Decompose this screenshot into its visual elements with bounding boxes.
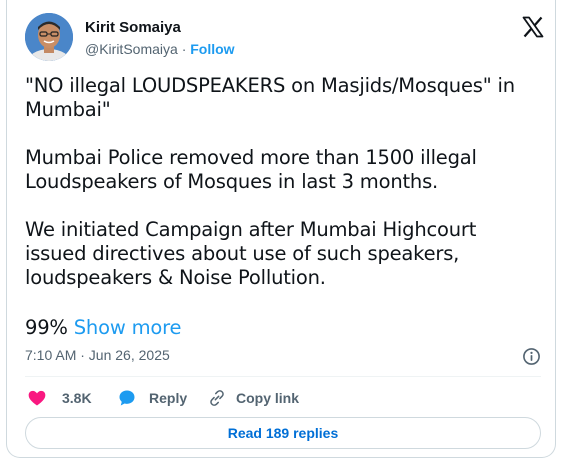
tweet-paragraph: "NO illegal LOUDSPEAKERS on Masjids/Mosq…: [25, 74, 515, 121]
read-replies-button[interactable]: Read 189 replies: [25, 417, 541, 449]
info-icon[interactable]: [522, 347, 541, 366]
author-name[interactable]: Kirit Somaiya: [85, 19, 181, 36]
tweet-meta: 7:10 AM · Jun 26, 2025: [25, 347, 541, 369]
heart-icon: [27, 388, 47, 408]
avatar[interactable]: [25, 13, 73, 61]
author-handle[interactable]: @KiritSomaiya: [85, 41, 178, 57]
speech-bubble-icon: [117, 388, 137, 408]
copy-link-label: Copy link: [236, 390, 300, 406]
tweet-paragraph: We initiated Campaign after Mumbai Highc…: [25, 218, 477, 289]
x-logo-icon[interactable]: [521, 15, 545, 39]
reply-button[interactable]: Reply: [117, 386, 187, 410]
truncated-text: 99%: [25, 316, 68, 339]
tweet-card: Kirit Somaiya @KiritSomaiya · Follow "NO…: [6, 0, 556, 458]
divider: [25, 376, 541, 377]
tweet-header: Kirit Somaiya @KiritSomaiya · Follow: [25, 13, 545, 63]
handle-separator: ·: [181, 41, 187, 57]
reply-label: Reply: [149, 390, 188, 406]
show-more-link[interactable]: Show more: [74, 316, 182, 339]
like-button[interactable]: 3.8K: [27, 386, 92, 410]
tweet-paragraph: Mumbai Police removed more than 1500 ill…: [25, 146, 477, 193]
show-more-row: 99% Show more: [25, 316, 181, 340]
follow-button[interactable]: Follow: [190, 41, 234, 57]
timestamp[interactable]: 7:10 AM · Jun 26, 2025: [25, 347, 170, 363]
action-bar: 3.8K Reply Copy link: [25, 386, 541, 410]
author-handle-row: @KiritSomaiya · Follow: [85, 41, 235, 57]
link-icon: [207, 388, 227, 408]
tweet-text: "NO illegal LOUDSPEAKERS on Masjids/Mosq…: [25, 74, 535, 314]
like-count: 3.8K: [62, 390, 92, 406]
copy-link-button[interactable]: Copy link: [207, 386, 299, 410]
